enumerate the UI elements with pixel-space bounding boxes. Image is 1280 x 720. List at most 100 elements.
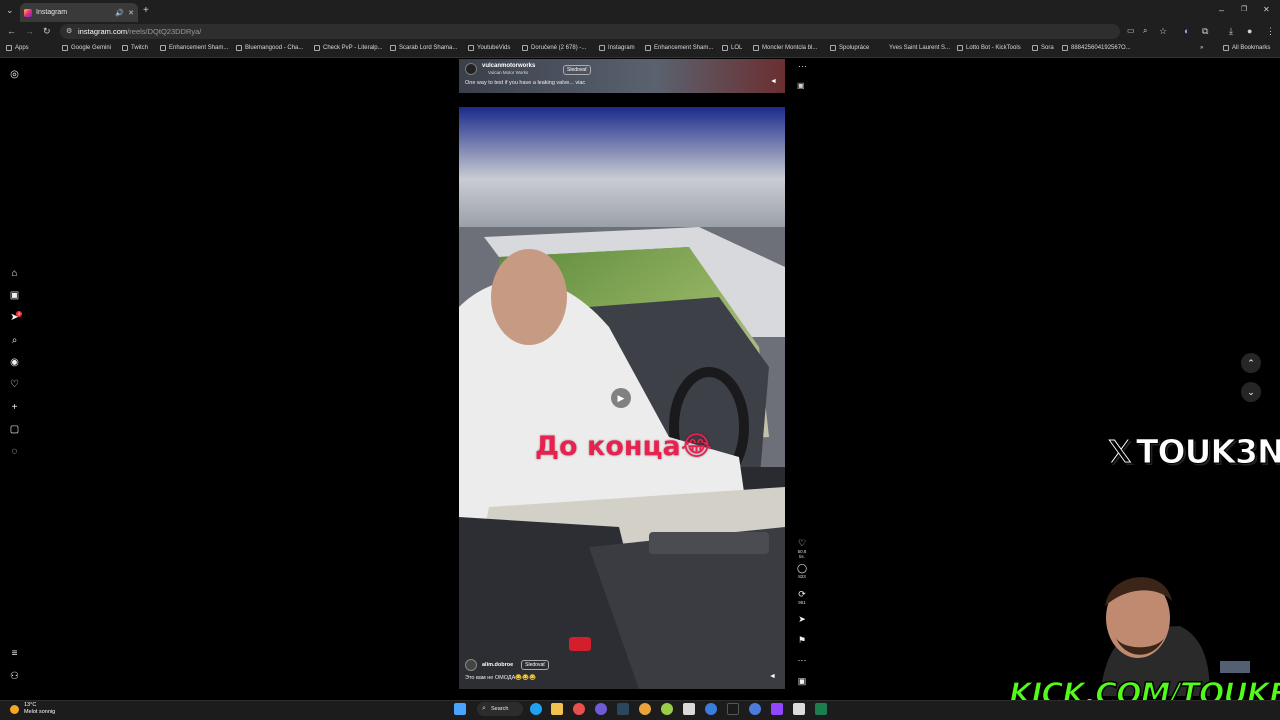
app-icon[interactable] (683, 703, 695, 715)
extension-icon[interactable]: ◐ (1184, 27, 1189, 36)
bookmark-item[interactable]: Google Gemini (62, 45, 111, 51)
edge-icon[interactable] (530, 703, 542, 715)
file-explorer-icon[interactable] (551, 703, 563, 715)
bookmark-item[interactable]: Twitch (122, 45, 148, 51)
app-icon[interactable] (749, 703, 761, 715)
repost-button[interactable]: ⟳ 951 (795, 589, 809, 605)
share-button[interactable]: ➤ (795, 614, 809, 625)
play-icon[interactable]: ▶ (611, 388, 631, 408)
bookmark-item[interactable]: Sora (1032, 45, 1054, 51)
bookmark-item[interactable]: Instagram (599, 45, 635, 51)
cast-icon[interactable]: ▭ (1127, 27, 1135, 35)
twitch-icon[interactable] (771, 703, 783, 715)
more-options-button[interactable]: ⋯ (795, 655, 809, 666)
mute-icon[interactable]: ◄ (769, 673, 776, 680)
app-icon[interactable] (815, 703, 827, 715)
reel-author-name[interactable]: alim.dobroe (482, 662, 513, 668)
minimize-icon[interactable]: – (1219, 6, 1224, 15)
tab-menu-chevron-icon[interactable]: ⌄ (6, 6, 14, 15)
close-window-icon[interactable]: ✕ (1263, 6, 1270, 14)
site-icon (753, 45, 759, 51)
taskbar-search[interactable]: ⌕ Search (477, 702, 523, 716)
bookmark-item[interactable]: Enhancement Sham... (160, 45, 228, 51)
bookmark-all[interactable]: All Bookmarks (1223, 45, 1270, 51)
comment-icon: ◯ (796, 563, 808, 573)
bookmark-label: Instagram (608, 45, 635, 51)
zoom-icon[interactable]: ⌕ (1143, 27, 1147, 35)
follow-button[interactable]: Sledovať (521, 660, 550, 670)
app-icon[interactable] (705, 703, 717, 715)
notifications-heart-icon[interactable]: ♡ (8, 378, 21, 391)
also-from-meta-icon[interactable]: ⚇ (8, 670, 21, 683)
chrome-icon[interactable] (639, 703, 651, 715)
audio-button[interactable]: ▣ (795, 676, 809, 687)
downloads-icon[interactable]: ⤓ (1229, 27, 1233, 36)
bookmark-item[interactable]: 888425604192567O... (1062, 45, 1131, 51)
profile-avatar-icon[interactable]: ● (1247, 27, 1252, 36)
more-menu-icon[interactable]: ≡ (8, 647, 21, 660)
more-options-icon[interactable]: ⋯ (798, 62, 807, 71)
extensions-puzzle-icon[interactable]: ⧉ (1202, 27, 1208, 36)
bookmarks-overflow-icon[interactable]: » (1200, 45, 1203, 51)
instagram-logo-icon[interactable]: ◎ (8, 68, 21, 81)
bookmark-item[interactable]: Lotto Bot - KickTools (957, 45, 1021, 51)
previous-reel[interactable]: vulcanmotorworks Vulcan Motor Works Sled… (459, 59, 785, 93)
site-info-icon[interactable]: ⚙ (66, 28, 72, 35)
bookmark-item[interactable]: Enhancement Sham... (645, 45, 713, 51)
audio-thumbnail-icon[interactable]: ▣ (797, 82, 805, 90)
discord-icon[interactable] (595, 703, 607, 715)
weather-widget[interactable]: 13°C Melot sonnig (10, 702, 55, 716)
bookmark-item[interactable]: Check PvP - Literalp... (314, 45, 383, 51)
avatar[interactable] (465, 63, 477, 75)
bookmark-apps[interactable]: Apps (6, 45, 29, 51)
create-icon[interactable]: + (8, 401, 21, 414)
bookmark-item[interactable]: YoutubeVids (468, 45, 510, 51)
tab-instagram[interactable]: Instagram 🔊 ✕ (20, 3, 138, 22)
restore-icon[interactable]: ❐ (1241, 6, 1247, 13)
app-icon[interactable] (661, 703, 673, 715)
next-reel-button[interactable]: ⌄ (1241, 382, 1261, 402)
bookmark-item[interactable]: Doručené (2 678) -... (522, 45, 586, 51)
forward-icon[interactable]: → (25, 27, 34, 36)
reel-caption[interactable]: Это вам не ОМОДА😂😂😂 (465, 675, 536, 681)
dashboard-icon[interactable]: ▢ (8, 423, 21, 436)
avatar[interactable] (465, 659, 477, 671)
bookmark-item[interactable]: Yves Saint Laurent S... (889, 45, 950, 51)
explore-icon[interactable]: ◉ (8, 356, 21, 369)
folder-icon (722, 45, 728, 51)
bookmark-label: Check PvP - Literalp... (323, 45, 383, 51)
mute-icon[interactable]: ◄ (770, 78, 777, 85)
follow-button[interactable]: Sledovať (563, 65, 591, 75)
search-icon[interactable]: ⌕ (8, 334, 21, 347)
steam-icon[interactable] (617, 703, 629, 715)
new-tab-icon[interactable]: + (143, 6, 149, 16)
app-icon[interactable] (793, 703, 805, 715)
bookmark-item[interactable]: Bluemangood - Cha... (236, 45, 303, 51)
comment-button[interactable]: ◯ 823 (795, 563, 809, 579)
start-windows-icon[interactable] (454, 703, 466, 715)
back-icon[interactable]: ← (7, 27, 16, 36)
tab-audio-icon[interactable]: 🔊 (115, 9, 124, 17)
profile-icon[interactable]: ◌ (8, 445, 21, 458)
bookmark-item[interactable]: Moncler Montcla bl... (753, 45, 817, 51)
reload-icon[interactable]: ↻ (43, 27, 51, 36)
browser-menu-icon[interactable]: ⋮ (1266, 27, 1275, 36)
reel-account-subtitle: Vulcan Motor Works (488, 70, 529, 75)
previous-reel-button[interactable]: ⌃ (1241, 353, 1261, 373)
reel-caption[interactable]: One way to test if you have a leaking va… (465, 80, 585, 86)
home-icon[interactable]: ⌂ (8, 267, 21, 280)
bookmark-item[interactable]: Scarab Lord Shama... (390, 45, 457, 51)
bookmark-item[interactable]: Spolupráce (830, 45, 869, 51)
like-button[interactable]: ♡ 50,8 tis. (795, 538, 809, 559)
reel-overlay-text: До конца😂 (535, 431, 713, 462)
tab-close-icon[interactable]: ✕ (128, 9, 134, 17)
bookmark-item[interactable]: LOL (722, 45, 742, 51)
grid-icon (957, 45, 963, 51)
app-icon[interactable] (727, 703, 739, 715)
app-icon[interactable] (573, 703, 585, 715)
bookmark-star-icon[interactable]: ☆ (1159, 27, 1167, 36)
save-button[interactable]: ⚑ (795, 635, 809, 646)
reel-account-name[interactable]: vulcanmotorworks (482, 63, 535, 69)
reels-icon[interactable]: ▣ (8, 289, 21, 302)
address-bar[interactable]: ⚙ instagram.com/reels/DQtQ23DDRya/ (60, 24, 1120, 39)
